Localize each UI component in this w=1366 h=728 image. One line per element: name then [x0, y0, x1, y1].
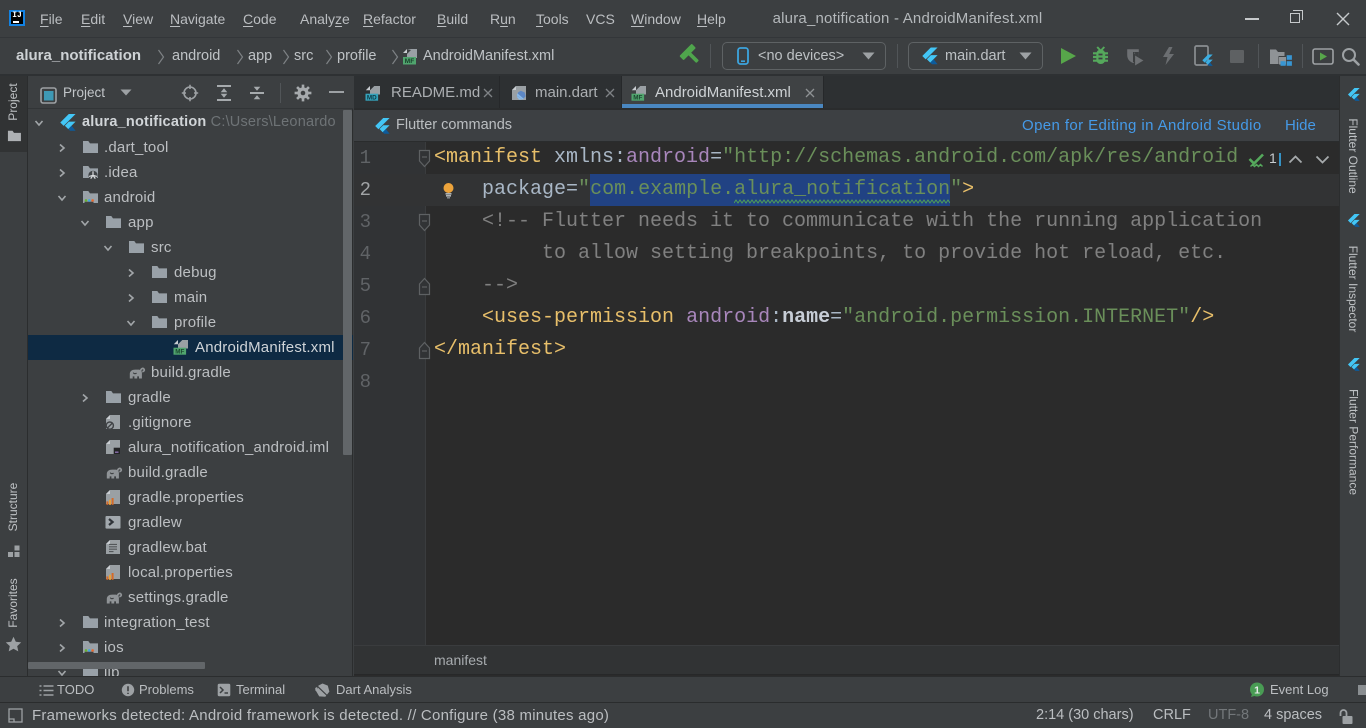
- svg-text:MD: MD: [367, 95, 377, 101]
- svg-text:MF: MF: [405, 58, 414, 65]
- svg-text:1: 1: [1254, 685, 1260, 697]
- svg-text:MF: MF: [633, 95, 642, 101]
- svg-text:MF: MF: [175, 349, 184, 355]
